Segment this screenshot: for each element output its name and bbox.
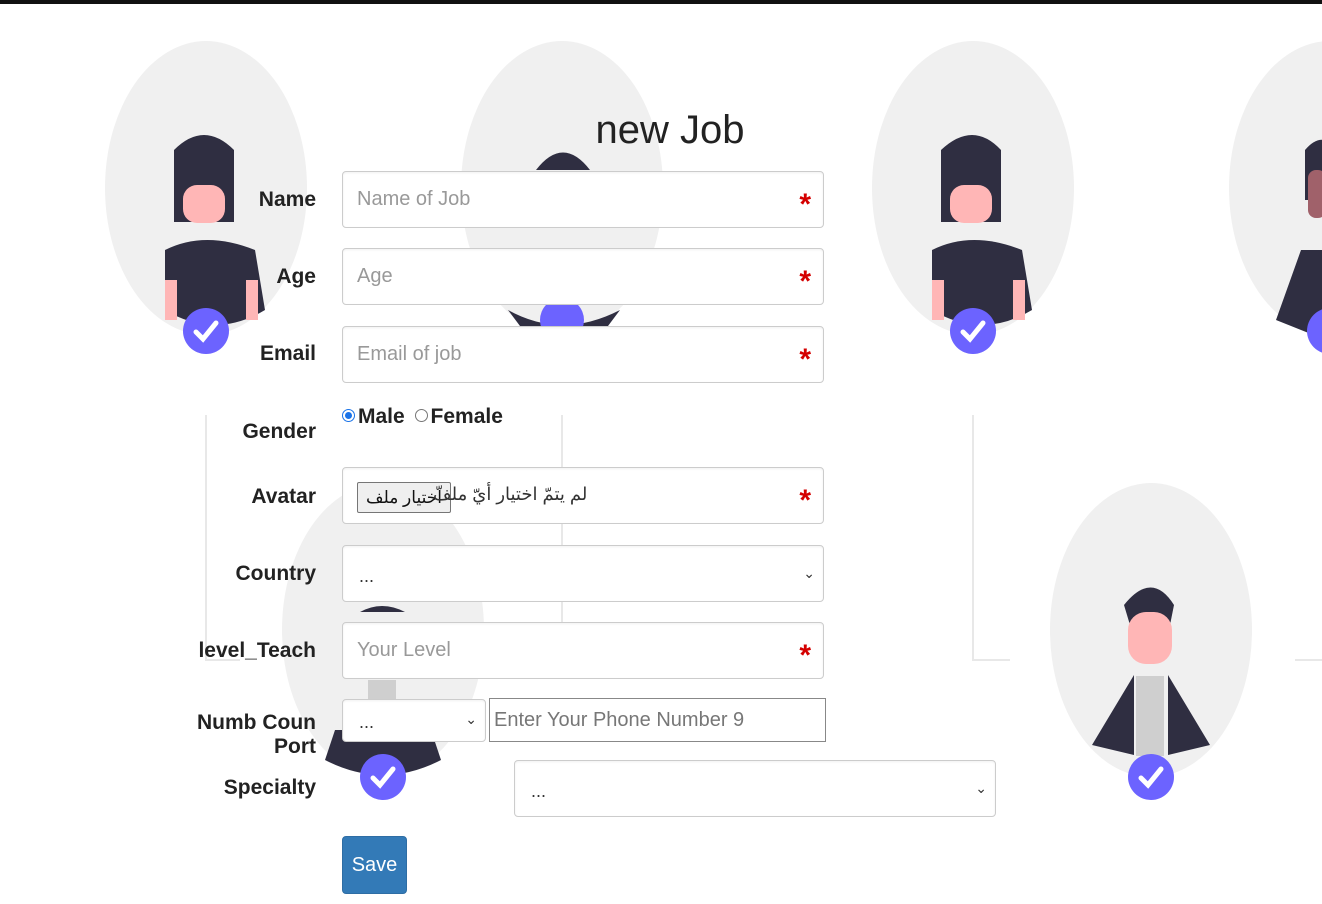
avatar-male-icon	[1229, 41, 1322, 353]
country-select[interactable]: ... ⌄	[342, 545, 824, 602]
avatar-female-icon	[872, 41, 1074, 354]
name-label: Name	[258, 188, 316, 211]
required-marker: *	[799, 484, 811, 517]
age-field[interactable]: *	[342, 248, 824, 305]
gender-male-label[interactable]: Male	[358, 405, 405, 428]
age-label: Age	[276, 265, 316, 288]
page-title: new Job	[595, 108, 745, 152]
country-select-value: ...	[359, 566, 375, 586]
phone-field[interactable]	[489, 698, 826, 742]
avatar-label: Avatar	[251, 485, 316, 508]
required-marker: *	[799, 265, 811, 298]
country-code-value: ...	[359, 712, 375, 732]
email-field[interactable]: *	[342, 326, 824, 383]
gender-female-label[interactable]: Female	[431, 405, 503, 428]
gender-radio-group: Male Female	[340, 405, 503, 429]
avatar-male-icon	[1050, 483, 1252, 800]
required-marker: *	[799, 188, 811, 221]
gender-male-radio[interactable]	[342, 408, 355, 422]
email-label: Email	[259, 342, 316, 365]
age-input[interactable]	[343, 249, 791, 304]
level-label: level_Teach	[198, 639, 316, 662]
name-input[interactable]	[343, 172, 791, 227]
chevron-down-icon: ⌄	[975, 780, 987, 796]
chevron-down-icon: ⌄	[465, 711, 477, 727]
country-code-select[interactable]: ... ⌄	[342, 699, 486, 742]
level-field[interactable]: *	[342, 622, 824, 679]
required-marker: *	[799, 639, 811, 672]
file-status-text: لم يتمّ اختيار أيّ ملفّ	[433, 484, 588, 504]
country-label: Country	[235, 562, 317, 585]
specialty-label: Specialty	[223, 776, 316, 799]
phone-input[interactable]	[490, 699, 818, 741]
save-button[interactable]: Save	[342, 836, 407, 894]
level-input[interactable]	[343, 623, 791, 678]
specialty-select-value: ...	[531, 781, 547, 801]
avatar-file-field[interactable]: اختيار ملف لم يتمّ اختيار أيّ ملفّ *	[342, 467, 824, 524]
gender-label: Gender	[242, 420, 316, 443]
gender-female-radio[interactable]	[414, 408, 428, 422]
chevron-down-icon: ⌄	[803, 565, 815, 581]
specialty-select[interactable]: ... ⌄	[514, 760, 996, 817]
phone-label: Numb Coun Port	[197, 711, 316, 758]
email-input[interactable]	[343, 327, 791, 382]
name-field[interactable]: *	[342, 171, 824, 228]
required-marker: *	[799, 343, 811, 376]
